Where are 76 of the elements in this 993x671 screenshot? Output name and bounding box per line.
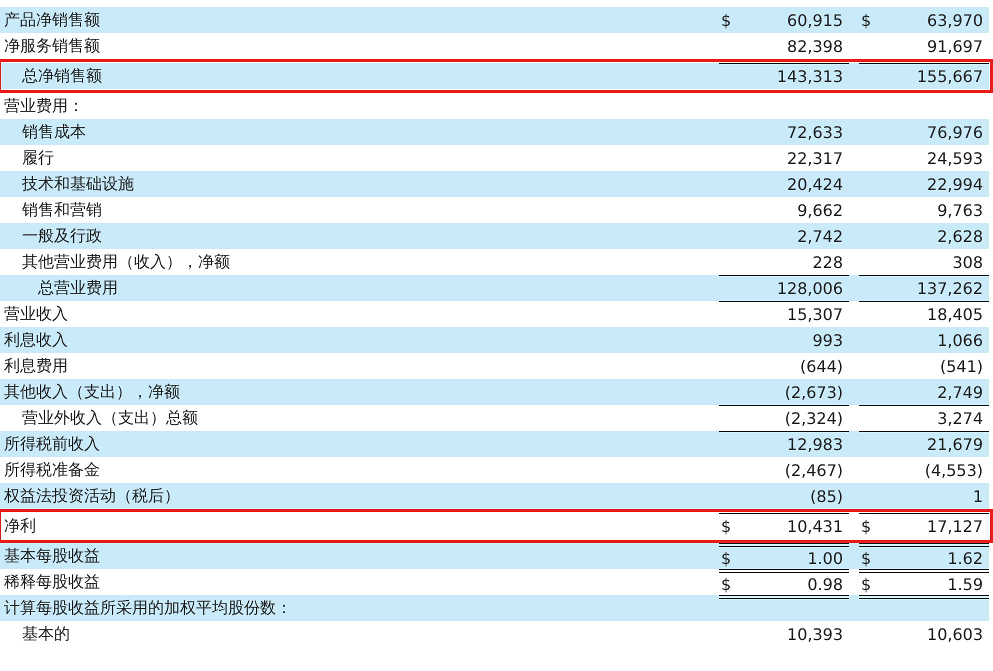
amount: 308 — [952, 252, 983, 272]
row-label: 其他收入（支出），净额 — [4, 381, 180, 403]
amount: 10,603 — [927, 624, 983, 644]
amount: 3,274 — [937, 409, 983, 428]
amount: 18,405 — [927, 305, 983, 324]
row-label: 总营业费用 — [38, 277, 118, 299]
amount: 91,697 — [927, 36, 983, 56]
amount: 2,628 — [937, 226, 983, 246]
amount: 1.59 — [947, 574, 983, 594]
row-label: 计算每股收益所采用的加权平均股份数： — [4, 597, 292, 619]
row-label: 权益法投资活动（税后） — [4, 485, 180, 507]
row-label: 基本的 — [22, 623, 70, 645]
row-label: 所得税前收入 — [4, 433, 100, 455]
currency-sign: $ — [861, 10, 872, 30]
amount: 2,749 — [937, 382, 983, 402]
amount: 20,424 — [787, 174, 843, 194]
amount: 2,742 — [797, 226, 843, 246]
amount: (4,553) — [924, 460, 983, 480]
amount: 9,662 — [797, 200, 843, 220]
amount: (2,324) — [784, 409, 843, 428]
row-label: 销售和营销 — [22, 199, 102, 221]
row-label: 产品净销售额 — [4, 9, 100, 31]
currency-sign: $ — [721, 517, 732, 536]
amount: 21,679 — [927, 435, 983, 454]
row-label: 一般及行政 — [22, 225, 102, 247]
amount: 72,633 — [787, 122, 843, 142]
amount: 228 — [812, 252, 843, 272]
amount: 10,393 — [787, 624, 843, 644]
amount: 12,983 — [787, 435, 843, 454]
row-label: 净服务销售额 — [4, 35, 100, 57]
amount: 9,763 — [937, 200, 983, 220]
amount: 76,976 — [927, 122, 983, 142]
row-label: 营业收入 — [4, 303, 68, 325]
row-label: 履行 — [22, 147, 54, 169]
amount: 22,994 — [927, 174, 983, 194]
currency-sign: $ — [861, 548, 872, 568]
currency-sign: $ — [721, 10, 732, 30]
amount: 128,006 — [776, 279, 843, 298]
amount: (2,467) — [784, 460, 843, 480]
currency-sign: $ — [721, 548, 732, 568]
row-label: 总净销售额 — [22, 65, 102, 87]
row-label: 营业费用： — [4, 95, 84, 117]
amount: 60,915 — [787, 10, 843, 30]
amount: 63,970 — [927, 10, 983, 30]
amount: (541) — [940, 356, 983, 376]
currency-sign: $ — [721, 574, 732, 594]
row-label: 利息费用 — [4, 355, 68, 377]
amount: 1,066 — [937, 330, 983, 350]
amount: 993 — [812, 330, 843, 350]
amount: (2,673) — [784, 382, 843, 402]
currency-sign: $ — [861, 517, 872, 536]
amount: 82,398 — [787, 36, 843, 56]
amount: 155,667 — [916, 67, 983, 86]
amount: (85) — [810, 486, 843, 506]
amount: 10,431 — [787, 517, 843, 536]
amount: (644) — [800, 356, 843, 376]
amount: 22,317 — [787, 148, 843, 168]
amount: 1 — [972, 486, 983, 506]
amount: 137,262 — [916, 279, 983, 298]
amount: 15,307 — [787, 305, 843, 324]
row-label: 技术和基础设施 — [22, 173, 134, 195]
row-label: 利息收入 — [4, 329, 68, 351]
amount: 24,593 — [927, 148, 983, 168]
amount: 1.62 — [947, 548, 983, 568]
row-label: 所得税准备金 — [4, 459, 100, 481]
row-label: 稀释每股收益 — [4, 571, 100, 593]
row-label: 营业外收入（支出）总额 — [22, 407, 198, 429]
row-label: 其他营业费用（收入），净额 — [22, 251, 230, 273]
amount: 143,313 — [776, 67, 843, 86]
amount: 0.98 — [807, 574, 843, 594]
amount: 17,127 — [927, 517, 983, 536]
row-label: 净利 — [4, 515, 36, 537]
currency-sign: $ — [861, 574, 872, 594]
row-label: 销售成本 — [22, 121, 86, 143]
amount: 1.00 — [807, 548, 843, 568]
row-label: 基本每股收益 — [4, 545, 100, 567]
